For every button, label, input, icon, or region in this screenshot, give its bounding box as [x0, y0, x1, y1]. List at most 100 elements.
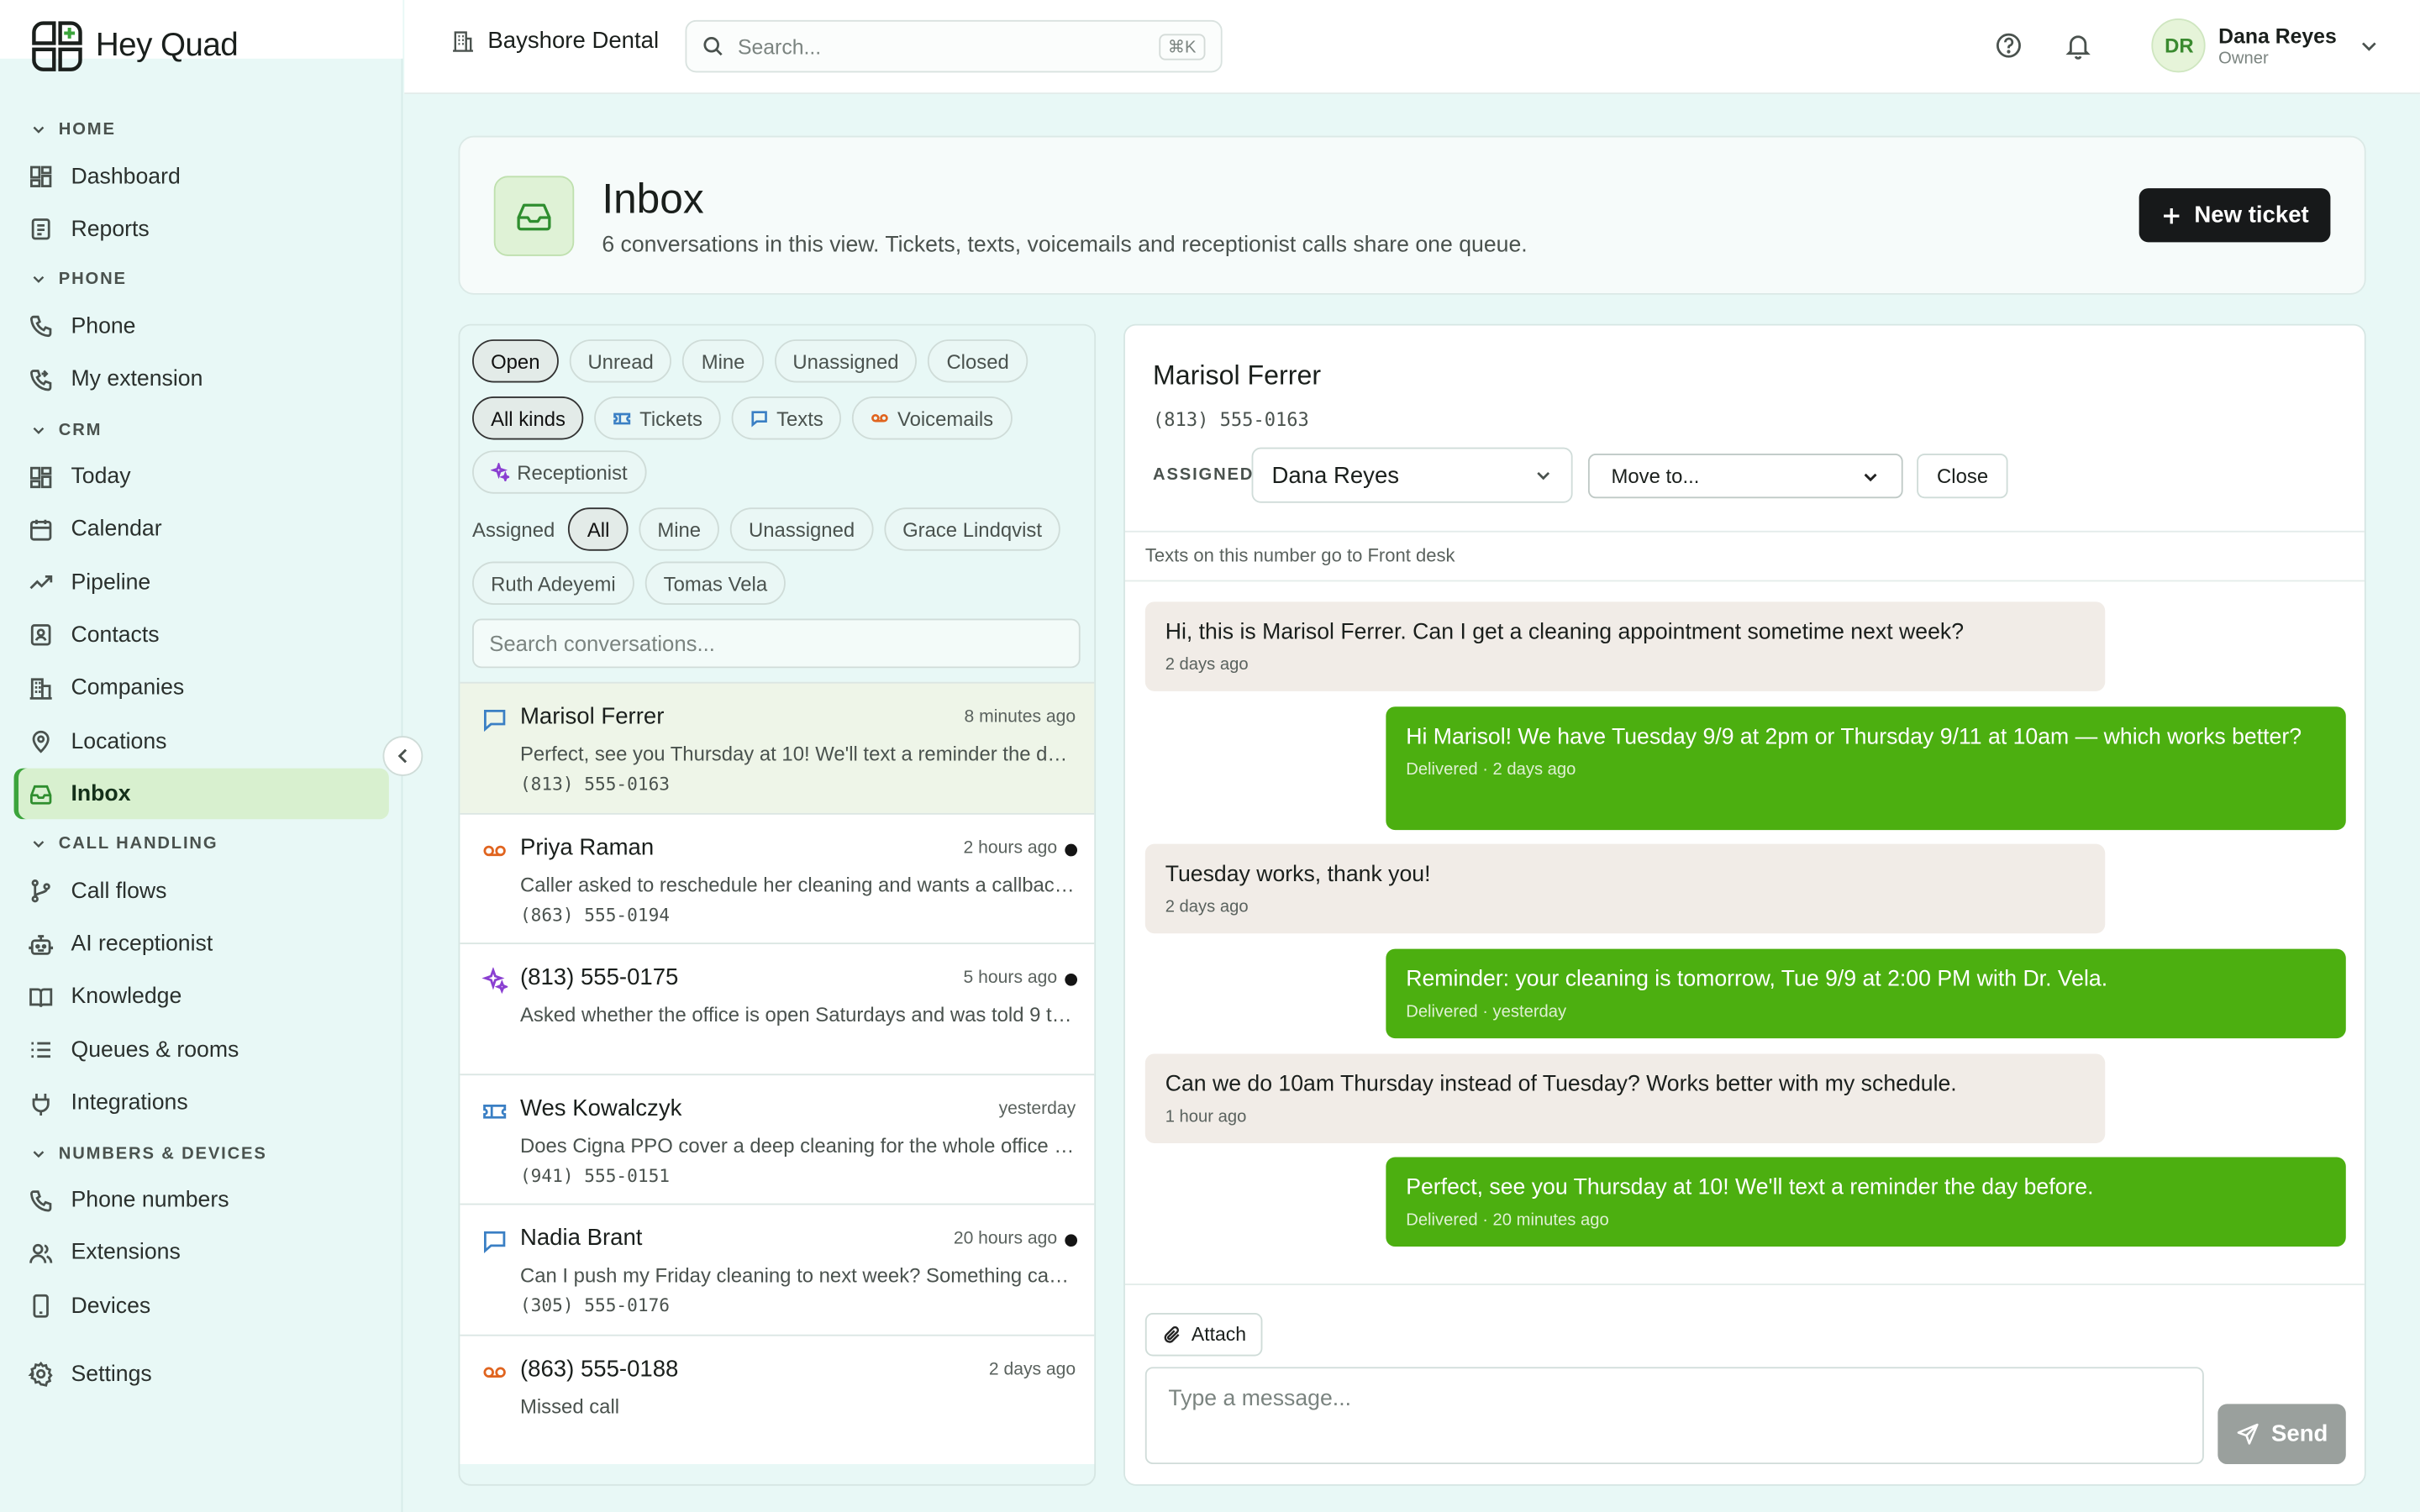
kind-chip-voicemails[interactable]: Voicemails	[852, 396, 1013, 440]
conversation-name: Nadia Brant	[519, 1225, 643, 1252]
bell-icon[interactable]	[2064, 31, 2093, 60]
conversation-number: (813) 555-0163	[519, 773, 671, 795]
message-text: Tuesday works, thank you!	[1165, 862, 1431, 888]
kind-chip-tickets[interactable]: Tickets	[594, 396, 721, 440]
send-icon	[2237, 1423, 2259, 1445]
location-icon	[32, 731, 50, 753]
building-icon	[453, 30, 473, 51]
sidebar-item-knowledge[interactable]: Knowledge	[14, 972, 389, 1023]
plus-icon	[2163, 207, 2180, 223]
conversation-item[interactable]: Priya Raman 2 hours ago Caller asked to …	[460, 812, 1095, 943]
brand-logo[interactable]: Hey Quad	[28, 18, 239, 74]
message-bubble-incoming: Can we do 10am Thursday instead of Tuesd…	[1144, 1053, 2106, 1143]
sidebar-item-pipeline[interactable]: Pipeline	[14, 557, 389, 608]
sidebar-item-settings[interactable]: Settings	[14, 1349, 389, 1400]
nav-section-1[interactable]: PHONE	[0, 258, 402, 301]
sidebar-item-label: Inbox	[71, 781, 131, 807]
sidebar-item-label: Locations	[71, 728, 167, 754]
sidebar-item-devices[interactable]: Devices	[14, 1281, 389, 1332]
help-icon[interactable]	[1994, 31, 2023, 60]
user-menu[interactable]: DR Dana Reyes Owner	[2152, 18, 2380, 73]
robot-icon	[29, 934, 54, 955]
status-filter: Open Unread Mine Unassigned Closed	[472, 339, 1090, 383]
assigned-chip-ruth-adeyemi[interactable]: Ruth Adeyemi	[472, 561, 634, 605]
sidebar-item-today[interactable]: Today	[14, 451, 389, 502]
nav-section-2[interactable]: CRM	[0, 408, 402, 451]
chip-label: All kinds	[491, 406, 566, 430]
assigned-chip-unassigned[interactable]: Unassigned	[729, 507, 874, 551]
global-search-input[interactable]: Search... ⌘K	[685, 19, 1223, 73]
conversation-item[interactable]: Marisol Ferrer 8 minutes ago Perfect, se…	[460, 681, 1095, 813]
sidebar-item-inbox[interactable]: Inbox	[13, 769, 389, 820]
assigned-chip-mine[interactable]: Mine	[639, 507, 720, 551]
users-icon	[29, 1243, 53, 1263]
move-to-select[interactable]: Move to...	[1587, 453, 1903, 499]
message-meta: Delivered · 20 minutes ago	[1406, 1210, 1609, 1229]
sidebar-item-companies[interactable]: Companies	[14, 663, 389, 714]
send-button[interactable]: Send	[2217, 1404, 2346, 1465]
nav-section-3[interactable]: CALL HANDLING	[0, 823, 402, 866]
conversation-list-panel: Open Unread Mine Unassigned Closed All kinds…	[458, 323, 1097, 1486]
conversation-item[interactable]: (863) 555-0188 2 days ago Missed call	[460, 1333, 1095, 1465]
conversation-item[interactable]: Nadia Brant 20 hours ago Can I push my F…	[460, 1203, 1095, 1334]
conversation-item[interactable]: Wes Kowalczyk yesterday Does Cigna PPO c…	[460, 1073, 1095, 1204]
conversation-preview: Caller asked to reschedule her cleaning …	[519, 872, 1076, 896]
org-switcher[interactable]: Bayshore Dental	[450, 28, 659, 54]
conversation-preview: Perfect, see you Thursday at 10! We'll t…	[519, 742, 1076, 766]
collapse-sidebar-button[interactable]	[382, 736, 424, 776]
sidebar-item-extensions[interactable]: Extensions	[14, 1228, 389, 1279]
voicemail-icon	[483, 1366, 506, 1378]
settings-icon	[28, 1362, 53, 1388]
conversation-name: Marisol Ferrer	[519, 703, 665, 730]
assigned-chip-tomas-vela[interactable]: Tomas Vela	[644, 561, 786, 605]
attach-button[interactable]: Attach	[1144, 1313, 1264, 1357]
sidebar-item-phone[interactable]: Phone	[14, 302, 389, 353]
message-meta: 2 days ago	[1165, 654, 1249, 674]
sidebar-item-locations[interactable]: Locations	[14, 716, 389, 767]
search-shortcut: ⌘K	[1158, 33, 1206, 60]
contacts-icon	[30, 625, 51, 647]
unread-dot	[1065, 1234, 1078, 1247]
sidebar-item-my-extension[interactable]: My extension	[14, 354, 389, 406]
new-ticket-button[interactable]: New ticket	[2139, 188, 2331, 243]
status-chip-unread[interactable]: Unread	[569, 339, 672, 383]
nav-section-0[interactable]: HOME	[0, 108, 402, 151]
sidebar-item-label: Knowledge	[71, 984, 182, 1011]
sidebar-item-integrations[interactable]: Integrations	[14, 1078, 389, 1129]
conversation-item[interactable]: (813) 555-0175 5 hours ago Asked whether…	[460, 942, 1095, 1074]
kind-chip-texts[interactable]: Texts	[731, 396, 842, 440]
inbox-icon	[493, 176, 575, 256]
message-bubble-outgoing: Perfect, see you Thursday at 10! We'll t…	[1386, 1157, 2346, 1247]
status-chip-open[interactable]: Open	[472, 339, 559, 383]
phone-icon	[30, 1189, 52, 1211]
sidebar-item-ai-receptionist[interactable]: AI receptionist	[14, 919, 389, 970]
sidebar-item-queues-rooms[interactable]: Queues & rooms	[14, 1025, 389, 1076]
message-input[interactable]: Type a message...	[1144, 1367, 2204, 1465]
assigned-chip-grace-lindqvist[interactable]: Grace Lindqvist	[884, 507, 1061, 551]
sidebar-item-calendar[interactable]: Calendar	[14, 504, 389, 555]
search-icon	[703, 36, 723, 56]
assignee-select[interactable]: Dana Reyes	[1251, 447, 1573, 503]
ticket-icon	[613, 412, 631, 425]
assigned-filter-label: Assigned	[472, 517, 555, 541]
chevron-down-icon	[33, 126, 45, 134]
message-text: Can we do 10am Thursday instead of Tuesd…	[1165, 1072, 1957, 1097]
message-icon	[483, 1231, 506, 1253]
message-text: Perfect, see you Thursday at 10! We'll t…	[1406, 1175, 2094, 1200]
today-icon	[30, 466, 52, 488]
sidebar-item-dashboard[interactable]: Dashboard	[14, 151, 389, 202]
sidebar-item-contacts[interactable]: Contacts	[14, 610, 389, 661]
nav-section-4[interactable]: NUMBERS & DEVICES	[0, 1131, 402, 1174]
status-chip-mine[interactable]: Mine	[682, 339, 764, 383]
status-chip-unassigned[interactable]: Unassigned	[774, 339, 918, 383]
conversation-preview: Can I push my Friday cleaning to next we…	[519, 1263, 1076, 1287]
close-conversation-button[interactable]: Close	[1917, 453, 2009, 499]
conversation-search-input[interactable]: Search conversations...	[472, 618, 1081, 669]
kind-chip-all-kinds[interactable]: All kinds	[472, 396, 585, 440]
sidebar-item-reports[interactable]: Reports	[14, 204, 389, 255]
kind-chip-receptionist[interactable]: Receptionist	[472, 450, 646, 494]
sidebar-item-call-flows[interactable]: Call flows	[14, 866, 389, 917]
status-chip-closed[interactable]: Closed	[928, 339, 1028, 383]
assigned-chip-all[interactable]: All	[568, 507, 629, 551]
sidebar-item-phone-numbers[interactable]: Phone numbers	[14, 1175, 389, 1226]
